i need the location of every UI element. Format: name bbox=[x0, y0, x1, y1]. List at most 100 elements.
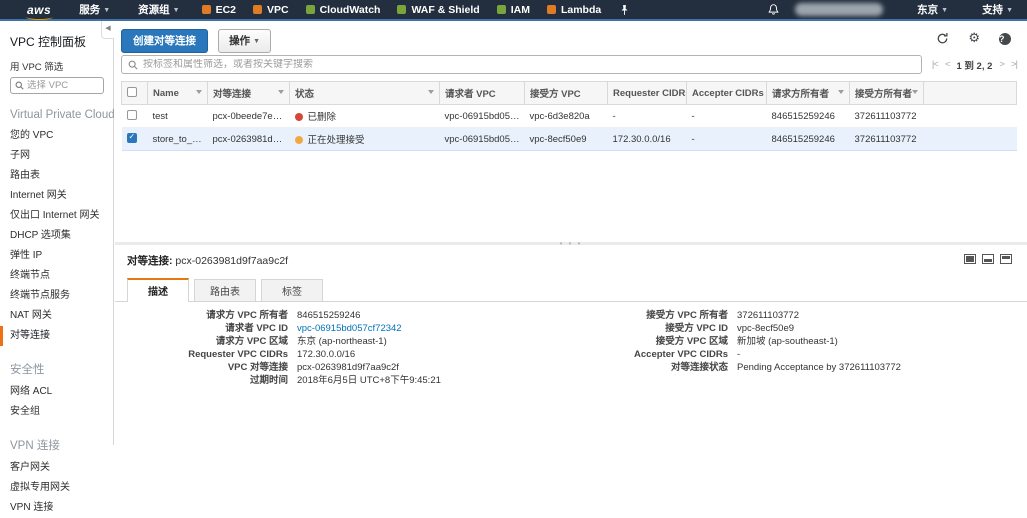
chevron-down-icon: ▼ bbox=[253, 38, 260, 45]
sidebar-title: VPC 控制面板 bbox=[10, 33, 107, 50]
sidebar-item-virtual-private-gateways[interactable]: 虚拟专用网关 bbox=[10, 478, 107, 498]
status-dot bbox=[295, 136, 303, 144]
status-text: 已删除 bbox=[308, 112, 337, 123]
col-status[interactable]: 状态 bbox=[290, 82, 440, 105]
col-accepter-cidrs[interactable]: Accepter CIDRs bbox=[687, 82, 767, 105]
select-all-header[interactable] bbox=[122, 82, 148, 105]
accepter-vpc-owner: 372611103772 bbox=[737, 310, 799, 321]
account-menu[interactable] bbox=[795, 3, 883, 16]
vpc-filter-input[interactable] bbox=[27, 80, 99, 91]
sidebar-item-security-groups[interactable]: 安全组 bbox=[10, 402, 107, 422]
accepter-vpc-region: 新加坡 (ap-southeast-1) bbox=[737, 336, 838, 347]
sort-icon bbox=[912, 90, 918, 94]
sidebar-item-peering-connections[interactable]: 对等连接 bbox=[0, 326, 107, 346]
help-icon[interactable]: ? bbox=[999, 33, 1011, 45]
sidebar: VPC 控制面板 用 VPC 筛选 Virtual Private Cloud … bbox=[0, 23, 114, 445]
next-page-icon[interactable]: > bbox=[999, 59, 1004, 70]
first-page-icon[interactable]: |< bbox=[932, 59, 938, 70]
sidebar-item-vpn-connections[interactable]: VPN 连接 bbox=[10, 498, 107, 518]
vpc-icon bbox=[253, 5, 262, 14]
pin-icon[interactable] bbox=[620, 4, 629, 16]
table-row[interactable]: test pcx-0beede7e99c... 已删除 vpc-06915bd0… bbox=[122, 105, 1017, 128]
sidebar-item-dhcp-option-sets[interactable]: DHCP 选项集 bbox=[10, 226, 107, 246]
col-requester-cidrs[interactable]: Requester CIDRs bbox=[608, 82, 687, 105]
sidebar-item-endpoint-services[interactable]: 终端节点服务 bbox=[10, 286, 107, 306]
row-checkbox[interactable] bbox=[127, 133, 137, 143]
shortcut-cloudwatch[interactable]: CloudWatch bbox=[306, 4, 381, 16]
refresh-icon[interactable] bbox=[936, 32, 949, 45]
shortcut-iam[interactable]: IAM bbox=[497, 4, 530, 16]
maximize-pane-icon[interactable] bbox=[964, 254, 976, 264]
requester-vpc-owner: 846515259246 bbox=[297, 310, 360, 321]
create-peering-button[interactable]: 创建对等连接 bbox=[121, 29, 208, 53]
resource-groups-menu[interactable]: 资源组▼ bbox=[138, 2, 179, 17]
sidebar-section-vpc: Virtual Private Cloud bbox=[10, 109, 107, 121]
accepter-vpc-id: vpc-8ecf50e9 bbox=[737, 323, 794, 334]
description-fields: 请求方 VPC 所有者846515259246 请求者 VPC IDvpc-06… bbox=[115, 310, 1027, 388]
sidebar-item-elastic-ips[interactable]: 弹性 IP bbox=[10, 246, 107, 266]
table-row[interactable]: store_to_wal pcx-0263981d9f7a... 正在处理接受 … bbox=[122, 128, 1017, 151]
col-requester-owner[interactable]: 请求方所有者 bbox=[767, 82, 850, 105]
notifications-bell-icon[interactable] bbox=[768, 3, 779, 16]
actions-button[interactable]: 操作▼ bbox=[218, 29, 271, 53]
shortcut-lambda[interactable]: Lambda bbox=[547, 4, 601, 16]
sidebar-item-endpoints[interactable]: 终端节点 bbox=[10, 266, 107, 286]
tab-description[interactable]: 描述 bbox=[127, 278, 189, 302]
prev-page-icon[interactable]: < bbox=[945, 59, 950, 70]
expiration-time: 2018年6月5日 UTC+8下午9:45:21 bbox=[297, 375, 441, 386]
chevron-down-icon: ▼ bbox=[173, 7, 180, 14]
col-peering-id[interactable]: 对等连接 bbox=[208, 82, 290, 105]
tab-tags[interactable]: 标签 bbox=[261, 279, 323, 301]
sidebar-item-subnets[interactable]: 子网 bbox=[10, 146, 107, 166]
shortcut-waf-shield[interactable]: WAF & Shield bbox=[397, 4, 479, 16]
requester-vpc-id-link[interactable]: vpc-06915bd057cf72342 bbox=[297, 323, 402, 334]
cloudwatch-icon bbox=[306, 5, 315, 14]
sidebar-item-egress-only-igw[interactable]: 仅出口 Internet 网关 bbox=[10, 206, 107, 226]
toolbar: 创建对等连接 操作▼ ⚙ ? bbox=[115, 23, 1027, 50]
status-dot bbox=[295, 113, 303, 121]
services-menu[interactable]: 服务▼ bbox=[79, 2, 110, 17]
sidebar-item-nat-gateways[interactable]: NAT 网关 bbox=[10, 306, 107, 326]
chevron-down-icon: ▼ bbox=[103, 7, 110, 14]
nav-shortcuts: EC2 VPC CloudWatch WAF & Shield IAM Lamb… bbox=[202, 4, 630, 16]
sidebar-item-internet-gateways[interactable]: Internet 网关 bbox=[10, 186, 107, 206]
vpc-filter-label: 用 VPC 筛选 bbox=[10, 59, 107, 73]
table-filter-box[interactable] bbox=[121, 55, 922, 74]
vpc-filter-search[interactable] bbox=[10, 77, 104, 94]
sidebar-item-customer-gateways[interactable]: 客户网关 bbox=[10, 458, 107, 478]
sort-icon bbox=[278, 90, 284, 94]
minimize-pane-icon[interactable] bbox=[1000, 254, 1012, 264]
col-accepter-owner[interactable]: 接受方所有者 bbox=[850, 82, 924, 105]
sidebar-section-security: 安全性 bbox=[10, 361, 107, 377]
row-checkbox[interactable] bbox=[127, 110, 137, 120]
shortcut-ec2[interactable]: EC2 bbox=[202, 4, 236, 16]
sort-icon bbox=[196, 90, 202, 94]
peering-connections-table: Name 对等连接 状态 请求者 VPC 接受方 VPC Requester C… bbox=[121, 81, 1017, 151]
status-text: 正在处理接受 bbox=[308, 135, 365, 146]
support-menu[interactable]: 支持▼ bbox=[982, 2, 1013, 17]
detail-tabs: 描述 路由表 标签 bbox=[115, 278, 1027, 302]
last-page-icon[interactable]: >| bbox=[1011, 59, 1017, 70]
sidebar-item-your-vpcs[interactable]: 您的 VPC bbox=[10, 126, 107, 146]
col-accepter-vpc[interactable]: 接受方 VPC bbox=[525, 82, 608, 105]
pane-layout-icons bbox=[964, 254, 1012, 264]
table-filter-input[interactable] bbox=[143, 59, 915, 70]
filter-row: |< < 1 到 2, 2 > >| bbox=[121, 55, 1017, 74]
sidebar-item-network-acls[interactable]: 网络 ACL bbox=[10, 382, 107, 402]
settings-gear-icon[interactable]: ⚙ bbox=[968, 32, 980, 45]
sort-icon bbox=[838, 90, 844, 94]
top-nav: aws 服务▼ 资源组▼ EC2 VPC CloudWatch WAF & Sh… bbox=[0, 0, 1027, 21]
split-pane-icon[interactable] bbox=[982, 254, 994, 264]
pane-resize-handle[interactable]: • • • bbox=[560, 242, 583, 245]
col-name[interactable]: Name bbox=[148, 82, 208, 105]
sidebar-item-route-tables[interactable]: 路由表 bbox=[10, 166, 107, 186]
shortcut-vpc[interactable]: VPC bbox=[253, 4, 289, 16]
region-selector[interactable]: 东京▼ bbox=[917, 2, 948, 17]
waf-shield-icon bbox=[397, 5, 406, 14]
tab-route-tables[interactable]: 路由表 bbox=[194, 279, 256, 301]
select-all-checkbox[interactable] bbox=[127, 87, 137, 97]
aws-logo[interactable]: aws bbox=[27, 3, 51, 17]
col-requester-vpc[interactable]: 请求者 VPC bbox=[440, 82, 525, 105]
detail-pane: • • • 对等连接: pcx-0263981d9f7aa9c2f 描述 路由表… bbox=[115, 242, 1027, 445]
accepter-vpc-cidrs: - bbox=[737, 349, 740, 360]
